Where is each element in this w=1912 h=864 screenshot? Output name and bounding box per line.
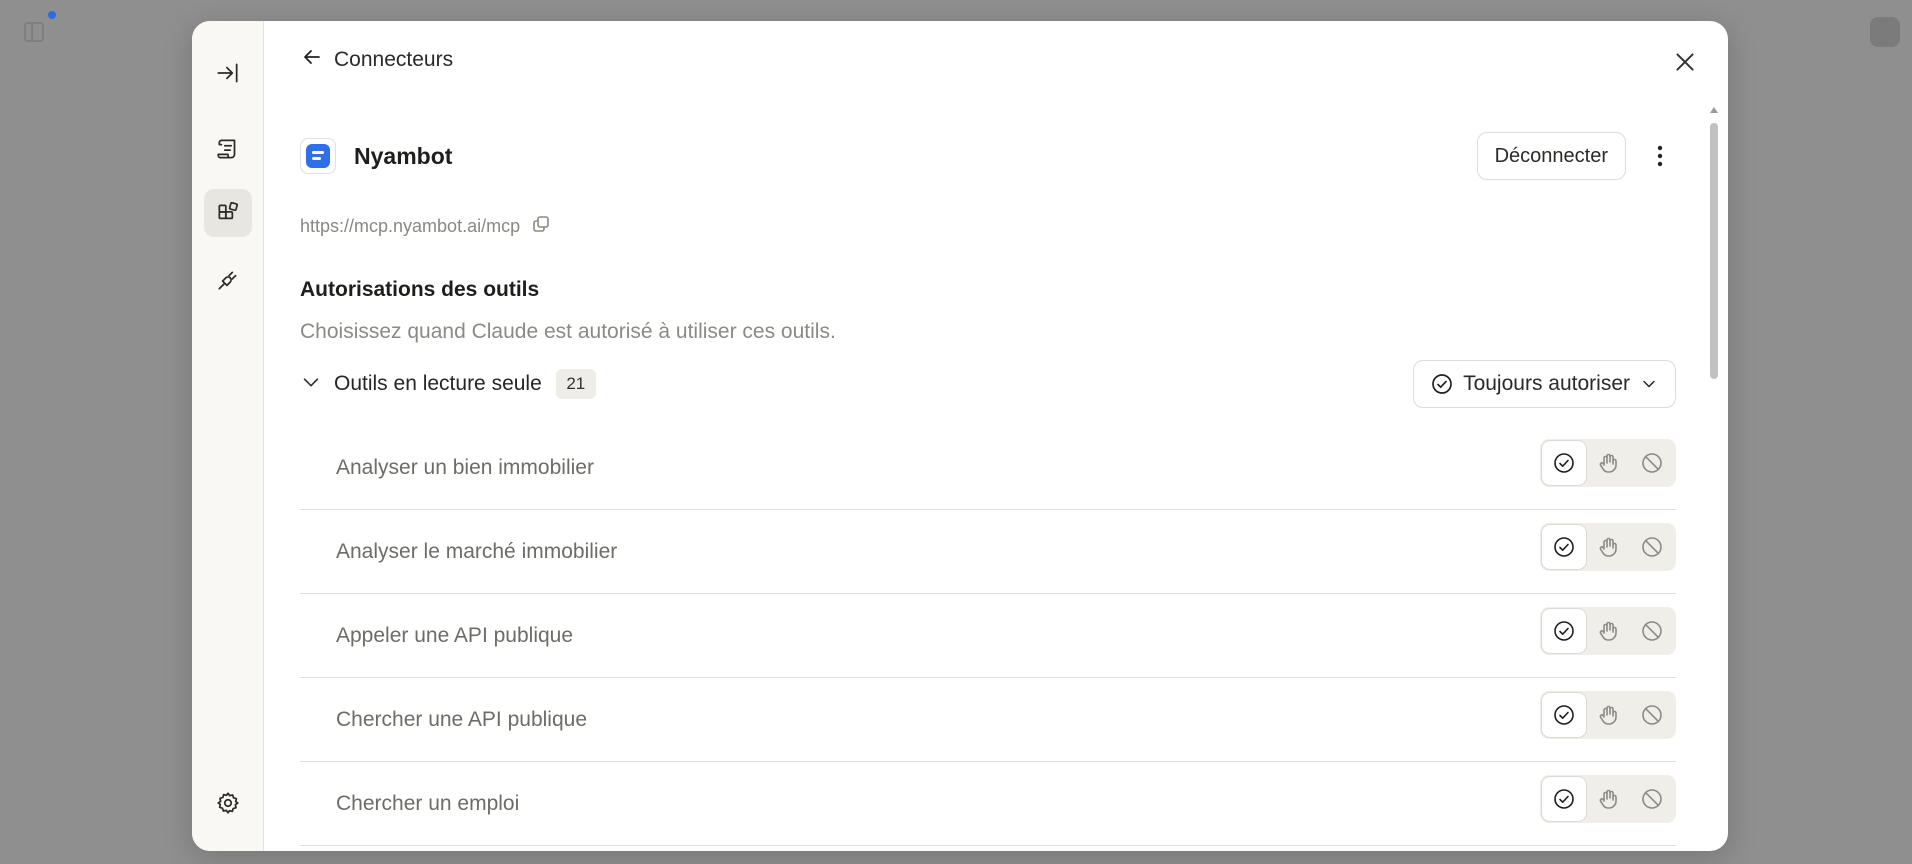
check-circle-icon [1554, 789, 1574, 809]
rail-item-plugins[interactable] [204, 256, 252, 304]
copy-url-button[interactable] [532, 215, 550, 238]
tool-row: Chercher une API publique [300, 678, 1676, 762]
tool-group-header: Outils en lecture seule 21 Toujours auto… [300, 360, 1676, 408]
background-sidebar-toggle-icon [24, 22, 44, 42]
scroll-up-arrow-icon[interactable] [1710, 107, 1718, 113]
background-notification-dot [48, 11, 56, 19]
check-circle-icon [1554, 453, 1574, 473]
modal-content: Connecteurs Nyambot Déconnecter https://… [264, 21, 1728, 851]
scroll-document-icon [217, 139, 236, 159]
nyambot-logo-icon [300, 138, 336, 174]
collapse-panel-button[interactable] [204, 49, 252, 97]
ask-permission-button[interactable] [1586, 693, 1630, 737]
chevron-down-icon [1643, 380, 1655, 388]
tool-name: Analyser un bien immobilier [336, 455, 594, 479]
disconnect-button[interactable]: Déconnecter [1476, 132, 1626, 180]
block-button[interactable] [1630, 693, 1674, 737]
check-circle-icon [1432, 374, 1452, 394]
always-allow-button[interactable] [1542, 693, 1586, 737]
always-allow-button[interactable] [1542, 441, 1586, 485]
back-button[interactable] [300, 45, 324, 74]
scrollbar-thumb[interactable] [1710, 123, 1718, 379]
permission-selector [1540, 523, 1676, 571]
tool-name: Chercher une API publique [336, 707, 588, 731]
permission-selector [1540, 607, 1676, 655]
collapse-panel-icon [217, 63, 238, 83]
scrollbar[interactable] [1708, 107, 1720, 851]
block-icon [1642, 789, 1662, 809]
connectors-icon [218, 201, 239, 220]
ask-permission-button[interactable] [1586, 609, 1630, 653]
rail-item-connectors[interactable] [204, 189, 252, 237]
tool-row: Chercher un emploi [300, 762, 1676, 846]
gear-icon [217, 792, 239, 814]
permission-selector [1540, 691, 1676, 739]
tool-count-badge: 21 [555, 369, 596, 399]
tool-group-label: Outils en lecture seule [334, 372, 542, 395]
block-button[interactable] [1630, 609, 1674, 653]
check-circle-icon [1554, 621, 1574, 641]
tool-row: Analyser le marché immobilier [300, 510, 1676, 594]
tool-list: Analyser un bien immobilier Analyser le … [300, 426, 1676, 846]
rail-item-documents[interactable] [204, 125, 252, 173]
connector-url: https://mcp.nyambot.ai/mcp [300, 216, 521, 236]
ask-permission-button[interactable] [1586, 525, 1630, 569]
check-circle-icon [1554, 705, 1574, 725]
tool-name: Appeler une API publique [336, 623, 574, 647]
block-icon [1642, 453, 1662, 473]
permission-selector [1540, 439, 1676, 487]
permissions-title: Autorisations des outils [300, 278, 540, 301]
page-title: Connecteurs [334, 47, 454, 71]
tool-name: Analyser le marché immobilier [336, 539, 618, 563]
group-policy-label: Toujours autoriser [1463, 372, 1630, 395]
ask-permission-button[interactable] [1586, 777, 1630, 821]
more-vertical-icon [1657, 145, 1663, 167]
check-circle-icon [1554, 537, 1574, 557]
settings-rail [192, 21, 264, 851]
connector-url-row: https://mcp.nyambot.ai/mcp [300, 215, 550, 238]
more-options-button[interactable] [1644, 136, 1676, 176]
background-avatar [1870, 17, 1900, 47]
ask-permission-button[interactable] [1586, 441, 1630, 485]
arrow-left-icon [304, 50, 320, 64]
always-allow-button[interactable] [1542, 777, 1586, 821]
group-policy-dropdown[interactable]: Toujours autoriser [1413, 360, 1676, 408]
collapse-group-button[interactable] [300, 371, 322, 398]
chevron-down-icon [303, 377, 319, 386]
permissions-description: Choisissez quand Claude est autorisé à u… [300, 320, 836, 343]
block-button[interactable] [1630, 777, 1674, 821]
hand-icon [1599, 705, 1617, 725]
connector-name: Nyambot [354, 142, 453, 169]
always-allow-button[interactable] [1542, 525, 1586, 569]
tool-row: Analyser un bien immobilier [300, 426, 1676, 510]
tool-name: Chercher un emploi [336, 791, 520, 815]
connector-header: Nyambot Déconnecter [300, 131, 1676, 181]
breadcrumb: Connecteurs [300, 45, 453, 74]
block-button[interactable] [1630, 525, 1674, 569]
block-icon [1642, 537, 1662, 557]
block-icon [1642, 621, 1662, 641]
hand-icon [1599, 621, 1617, 641]
hand-icon [1599, 537, 1617, 557]
connector-settings-modal: Connecteurs Nyambot Déconnecter https://… [192, 21, 1728, 851]
block-button[interactable] [1630, 441, 1674, 485]
hand-icon [1599, 453, 1617, 473]
copy-icon [533, 216, 549, 232]
always-allow-button[interactable] [1542, 609, 1586, 653]
close-button[interactable] [1672, 49, 1698, 75]
block-icon [1642, 705, 1662, 725]
tool-row: Appeler une API publique [300, 594, 1676, 678]
close-icon [1676, 53, 1694, 71]
permission-selector [1540, 775, 1676, 823]
plug-icon [218, 271, 237, 290]
rail-item-settings[interactable] [204, 779, 252, 827]
hand-icon [1599, 789, 1617, 809]
